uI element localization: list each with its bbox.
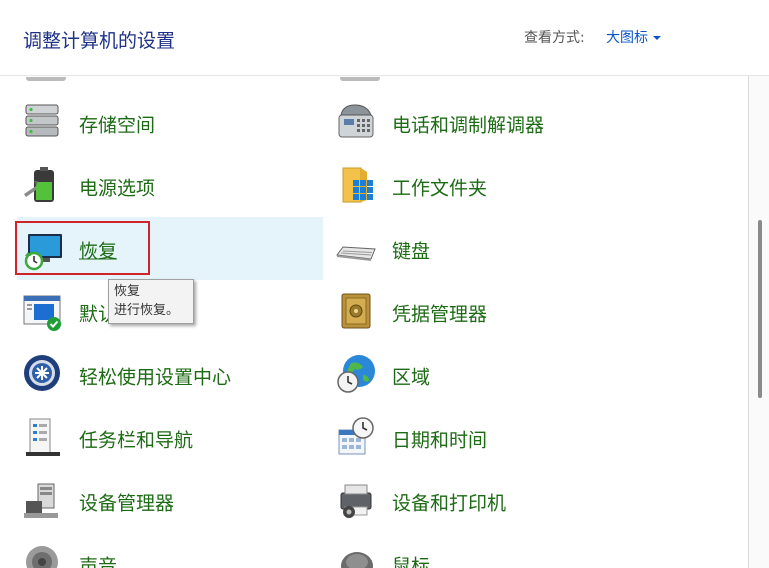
item-label[interactable]: 凭据管理器 [392,300,487,327]
recovery-icon [24,234,62,271]
item-storage-spaces[interactable]: 存储空间 [22,91,322,151]
item-devices-printers[interactable]: 设备和打印机 [335,469,635,529]
item-mouse[interactable]: 鼠标 [335,532,635,568]
item-label[interactable]: 电话和调制解调器 [392,111,544,138]
item-phone-modem[interactable]: 电话和调制解调器 [335,91,635,151]
tooltip-description: 进行恢复。 [114,303,180,318]
item-label[interactable]: 日期和时间 [392,426,487,453]
item-label[interactable]: 设备和打印机 [392,489,506,516]
item-ease-of-access[interactable]: 轻松使用设置中心 [22,343,322,403]
previous-row-icon [26,77,66,81]
item-device-manager[interactable]: 设备管理器 [22,469,322,529]
item-region[interactable]: 区域 [335,343,635,403]
folder-icon [342,167,373,203]
item-label[interactable]: 电源选项 [79,174,155,201]
battery-icon [24,167,54,202]
ease-of-access-icon [24,355,60,391]
item-label[interactable]: 轻松使用设置中心 [79,363,231,390]
item-taskbar-navigation[interactable]: 任务栏和导航 [22,406,322,466]
storage-icon [25,104,59,137]
view-by-dropdown[interactable]: 大图标 [606,27,661,47]
item-work-folders[interactable]: 工作文件夹 [335,154,635,214]
caret-down-icon[interactable] [653,36,661,40]
globe-clock-icon [337,355,375,393]
page-title: 调整计算机的设置 [23,30,176,52]
calendar-clock-icon [338,417,374,455]
mouse-icon [341,552,373,568]
speaker-icon [26,546,58,568]
item-recovery[interactable]: 恢复 [17,217,323,280]
safe-icon [341,293,371,329]
previous-row-icon [340,77,380,81]
device-manager-icon [24,483,58,518]
tooltip-title: 恢复 [114,284,141,299]
item-credential-manager[interactable]: 凭据管理器 [335,280,635,340]
item-label[interactable]: 鼠标 [392,552,430,568]
item-label[interactable]: 存储空间 [79,111,155,138]
item-label[interactable]: 恢复 [79,237,117,264]
default-programs-icon [23,295,61,331]
tooltip: 恢复 进行恢复。 [108,279,194,324]
item-label[interactable]: 声音 [79,552,117,568]
view-by-value[interactable]: 大图标 [606,30,648,46]
item-date-time[interactable]: 日期和时间 [335,406,635,466]
item-label[interactable]: 任务栏和导航 [79,426,193,453]
keyboard-icon [336,246,376,261]
item-keyboard[interactable]: 键盘 [335,217,635,277]
item-label[interactable]: 设备管理器 [79,489,174,516]
scrollbar-thumb[interactable] [758,220,762,398]
taskbar-icon [26,418,60,456]
phone-icon [338,104,374,138]
view-by-label: 查看方式: [524,30,585,46]
header: 调整计算机的设置 查看方式: 大图标 [0,0,769,76]
item-power-options[interactable]: 电源选项 [22,154,322,214]
printer-icon [340,484,372,518]
item-label[interactable]: 区域 [392,363,430,390]
item-sound[interactable]: 声音 [22,532,322,568]
item-label[interactable]: 键盘 [392,237,430,264]
item-label[interactable]: 工作文件夹 [392,174,487,201]
